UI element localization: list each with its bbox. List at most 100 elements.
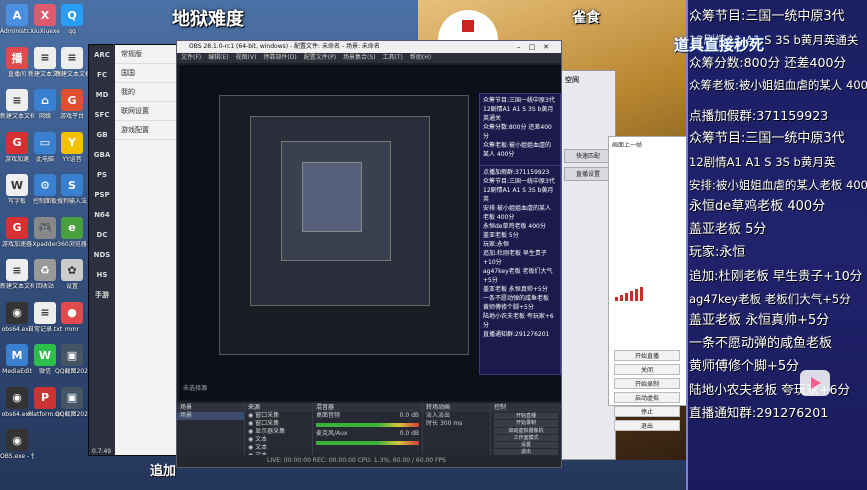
desktop-icon[interactable]: A Administr... bbox=[0, 4, 34, 48]
obs-preview-canvas[interactable]: 众筹节目:三国一统中原3代 12剧情A1 A1 S 3S b黄月英通关 众筹分数:8… bbox=[179, 65, 561, 401]
emulator-system-tab[interactable]: FC bbox=[89, 65, 115, 85]
desktop-icon[interactable]: 🎮 Xpadder bbox=[30, 216, 60, 261]
desktop-icon[interactable]: ● mmr bbox=[57, 301, 87, 346]
desktop-icon[interactable]: ▣QQ截图20221... bbox=[55, 386, 89, 431]
control-button[interactable]: 工作室模式 bbox=[494, 434, 558, 442]
obs-menu-item[interactable]: 编辑(E) bbox=[208, 54, 228, 61]
desktop-icon[interactable]: G 游戏加速 bbox=[2, 131, 32, 176]
desktop-icon[interactable]: ⚙ 控制面板 bbox=[30, 174, 60, 218]
control-button[interactable]: 设置 bbox=[494, 442, 558, 449]
obs-menu-item[interactable]: 帮助(H) bbox=[410, 54, 431, 61]
source-item[interactable]: ◉ 文本 bbox=[245, 444, 312, 452]
info-line: 玩家:永恒 bbox=[689, 244, 746, 260]
desktop-icon[interactable]: ⌂ 网络 bbox=[30, 89, 60, 133]
dialog-side-button[interactable]: 关闭 bbox=[614, 364, 680, 375]
desktop-icon[interactable]: ▣QQ截图20221... bbox=[55, 344, 89, 388]
dialog-side-button[interactable]: 启动虚拟 bbox=[614, 392, 680, 403]
emulator-system-tab[interactable]: 手游 bbox=[89, 285, 115, 305]
emulator-system-tab[interactable]: SFC bbox=[89, 105, 115, 125]
control-panel-icon: ⚙ bbox=[34, 174, 56, 196]
game-platform-icon: G bbox=[61, 89, 83, 111]
desktop-icon-label: qq bbox=[68, 28, 76, 35]
emulator-system-tab[interactable]: ARC bbox=[89, 45, 115, 65]
desktop-icon[interactable]: ✿ 设置 bbox=[57, 259, 87, 303]
desktop-icon[interactable]: ≡新建文本文档(4).txt bbox=[0, 259, 34, 303]
dialog-side-button[interactable]: 开始录制 bbox=[614, 378, 680, 389]
nested-screen-1 bbox=[219, 95, 469, 355]
source-item[interactable]: ◉ 显示器采集 bbox=[245, 428, 312, 436]
live-settings-button[interactable]: 直播设置 bbox=[564, 167, 612, 181]
preview-info-line: 点播加假群:371159923 bbox=[483, 169, 550, 176]
desktop-icon[interactable]: ≡ 日常记录.txt bbox=[28, 301, 62, 346]
emulator-system-tab[interactable]: N64 bbox=[89, 205, 115, 225]
overlay-caption: 道具直接秒死 bbox=[674, 36, 765, 54]
desktop-icon[interactable]: M MediaEdit bbox=[2, 344, 32, 388]
control-button[interactable]: 开始直播 bbox=[494, 413, 558, 420]
emulator-system-tab[interactable]: PS bbox=[89, 165, 115, 185]
duration-field[interactable]: 时长 300 ms bbox=[423, 420, 490, 428]
obs-menu-item[interactable]: 配置文件(P) bbox=[304, 54, 336, 61]
desktop-icon[interactable]: ◉ OBS.exe - 快捷方式 bbox=[0, 429, 34, 473]
mixer-level-bar-desktop[interactable] bbox=[316, 423, 419, 427]
emulator-system-tab[interactable]: GBA bbox=[89, 145, 115, 165]
stream-info-panel: 众筹节目:三国一统中原3代 12剧情A1 A1 S 3S b黄月英通关 众筹分数:8… bbox=[686, 0, 867, 490]
emulator-menu-row[interactable]: 国国 bbox=[115, 64, 179, 83]
desktop-icon[interactable]: PPlatform.exe bbox=[28, 386, 62, 431]
scene-item[interactable]: 场景 bbox=[177, 412, 244, 420]
desktop-icon[interactable]: ≡新建文本文档(3).txt bbox=[0, 89, 34, 133]
desktop-icon[interactable]: Qqq bbox=[57, 4, 87, 48]
desktop-icon[interactable]: 播直播间 bbox=[2, 46, 32, 91]
desktop-icon[interactable]: G 游戏平台 bbox=[57, 89, 87, 133]
emulator-system-tab[interactable]: DC bbox=[89, 225, 115, 245]
mixer-level-bar-mic[interactable] bbox=[316, 441, 419, 445]
desktop-icon[interactable]: S 搜狗输入法 bbox=[57, 174, 87, 218]
dialog-side-button[interactable]: 退出 bbox=[614, 420, 680, 431]
preview-info-line: 追加:杜刚老板 早生贵子+10分 bbox=[483, 250, 547, 266]
emulator-menu-row[interactable]: 我的 bbox=[115, 83, 179, 102]
obs-menu-item[interactable]: 场景集合(S) bbox=[343, 54, 376, 61]
preview-info-line: 盖亚老板 5分 bbox=[483, 232, 519, 239]
preview-info-line: 安排:被小姐姐血虐的某人老板 400分 bbox=[483, 205, 552, 221]
window-controls[interactable]: –□✕ bbox=[517, 41, 557, 53]
info-line: 盖亚老板 5分 bbox=[689, 222, 767, 238]
desktop-icon[interactable]: W 微信 bbox=[30, 344, 60, 388]
obs-menu-item[interactable]: 停靠部件(D) bbox=[263, 54, 296, 61]
control-button[interactable]: 开始录制 bbox=[494, 420, 558, 427]
emulator-system-tab[interactable]: HS bbox=[89, 265, 115, 285]
emulator-menu-row[interactable]: 常规版 bbox=[115, 45, 179, 64]
desktop-icon[interactable]: ◉ obs64.exe bbox=[2, 301, 32, 346]
emulator-system-tab[interactable]: PSP bbox=[89, 185, 115, 205]
desktop-icon[interactable]: ≡新建文本文档(2).txt bbox=[28, 46, 62, 91]
desktop-icon[interactable]: e 360浏览器 bbox=[57, 216, 87, 261]
desktop-icon[interactable]: ≡新建文本文档.txt bbox=[55, 46, 89, 91]
preview-info-line: 众筹分数:800分 还差400分 bbox=[483, 124, 552, 140]
dialog-side-button[interactable]: 停止 bbox=[614, 406, 680, 417]
transition-select[interactable]: 淡入淡出 bbox=[423, 412, 490, 420]
desktop-icon[interactable]: ◉ obs64.exe bbox=[2, 386, 32, 431]
obs-menu-item[interactable]: 视图(V) bbox=[236, 54, 257, 61]
emulator-menu-row[interactable]: 游戏配置 bbox=[115, 121, 179, 140]
desktop-icon[interactable]: W 写字板 bbox=[2, 174, 32, 218]
desktop-icon[interactable]: X XiuXiuexe bbox=[30, 4, 60, 48]
info-line: 安排:被小姐姐血虐的某人老板 400分 bbox=[689, 177, 867, 192]
source-item[interactable]: ◉ 窗口采集 bbox=[245, 420, 312, 428]
desktop-icon[interactable]: G 游戏加速器 bbox=[2, 216, 32, 261]
emulator-system-tab[interactable]: GB bbox=[89, 125, 115, 145]
source-item[interactable]: ◉ 窗口采集 bbox=[245, 412, 312, 420]
desktop-icon[interactable]: Y YY语音 bbox=[57, 131, 87, 176]
desktop-icon[interactable]: ▭ 此电脑 bbox=[30, 131, 60, 176]
control-button[interactable]: 启动虚拟摄像机 bbox=[494, 427, 558, 434]
obs-menu-item[interactable]: 文件(F) bbox=[181, 54, 201, 61]
play-icon[interactable] bbox=[800, 370, 830, 396]
emulator-system-tab[interactable]: NDS bbox=[89, 245, 115, 265]
preview-info-line: 永恒de草鸡老板 400分 bbox=[483, 223, 546, 230]
dialog-side-button[interactable]: 开始直播 bbox=[614, 350, 680, 361]
quick-match-button[interactable]: 快速匹配 bbox=[564, 149, 612, 163]
source-item[interactable]: ◉ 文本 bbox=[245, 436, 312, 444]
emulator-system-tab[interactable]: MD bbox=[89, 85, 115, 105]
obs-menu-item[interactable]: 工具(T) bbox=[383, 54, 403, 61]
scenes-header: 场景 bbox=[177, 403, 244, 412]
emulator-menu-row[interactable]: 联网设置 bbox=[115, 102, 179, 121]
desktop-icon[interactable]: ♻ 回收站 bbox=[30, 259, 60, 303]
text-file-icon: ≡ bbox=[6, 259, 28, 281]
